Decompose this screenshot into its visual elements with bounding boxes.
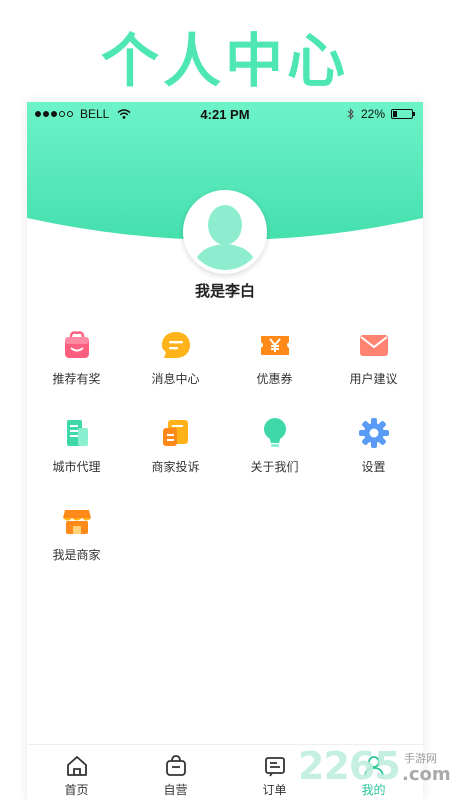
battery-icon xyxy=(391,109,415,119)
menu-item-label: 我是商家 xyxy=(52,548,101,562)
menu-item-city-agent[interactable]: 城市代理 xyxy=(27,416,126,486)
menu-item-referral-reward[interactable]: 推荐有奖 xyxy=(27,328,126,398)
coupon-yen-icon xyxy=(260,336,289,355)
watermark-logo: 2265 手游网 .com xyxy=(298,744,450,800)
gift-bag-icon xyxy=(64,331,89,358)
menu-item-label: 设置 xyxy=(361,460,386,474)
home-icon xyxy=(66,756,87,776)
menu-item-label: 商家投诉 xyxy=(151,460,200,474)
menu-item-merchant-complaint[interactable]: 商家投诉 xyxy=(126,416,225,486)
promo-title: 个人中心 xyxy=(100,27,349,95)
shopping-bag-icon xyxy=(165,755,186,776)
bluetooth-icon xyxy=(347,108,354,120)
menu-item-message-center[interactable]: 消息中心 xyxy=(126,328,225,398)
order-list-icon xyxy=(264,757,285,777)
tab-home[interactable]: 首页 xyxy=(27,745,126,800)
status-right: 22% xyxy=(347,107,415,121)
complaint-document-icon xyxy=(162,420,188,446)
menu-item-label: 城市代理 xyxy=(52,460,101,474)
avatar[interactable] xyxy=(183,190,267,274)
battery-percent: 22% xyxy=(360,107,385,121)
envelope-icon xyxy=(359,335,388,356)
menu-item-label: 消息中心 xyxy=(151,372,200,386)
storefront-icon xyxy=(62,510,91,534)
tab-label: 首页 xyxy=(64,783,89,797)
status-bar: BELL 4:21 PM 22% xyxy=(27,102,423,126)
message-bubble-icon xyxy=(161,332,190,358)
tab-label: 自营 xyxy=(163,783,188,797)
avatar-placeholder-icon xyxy=(187,194,263,270)
menu-item-coupons[interactable]: 优惠券 xyxy=(225,328,324,398)
menu-item-user-suggestions[interactable]: 用户建议 xyxy=(324,328,423,398)
menu-item-label: 用户建议 xyxy=(349,372,398,386)
menu-item-label: 优惠券 xyxy=(256,372,293,386)
watermark-domain: .com xyxy=(402,764,450,785)
menu-item-about-us[interactable]: 关于我们 xyxy=(225,416,324,486)
menu-item-settings[interactable]: 设置 xyxy=(324,416,423,486)
tab-label: 订单 xyxy=(262,783,287,797)
gear-icon xyxy=(358,418,389,448)
phone-screen: BELL 4:21 PM 22% 我是李白 推荐有奖 消息中心 优惠券 用户建议… xyxy=(27,102,423,800)
menu-item-label: 推荐有奖 xyxy=(52,372,101,386)
profile-name: 我是李白 xyxy=(194,282,255,300)
lightbulb-icon xyxy=(263,418,286,447)
tab-self-operated[interactable]: 自营 xyxy=(126,745,225,800)
building-icon xyxy=(66,420,88,446)
watermark-number: 2265 xyxy=(298,744,401,788)
menu-item-label: 关于我们 xyxy=(250,460,299,474)
menu-item-i-am-merchant[interactable]: 我是商家 xyxy=(27,504,126,574)
